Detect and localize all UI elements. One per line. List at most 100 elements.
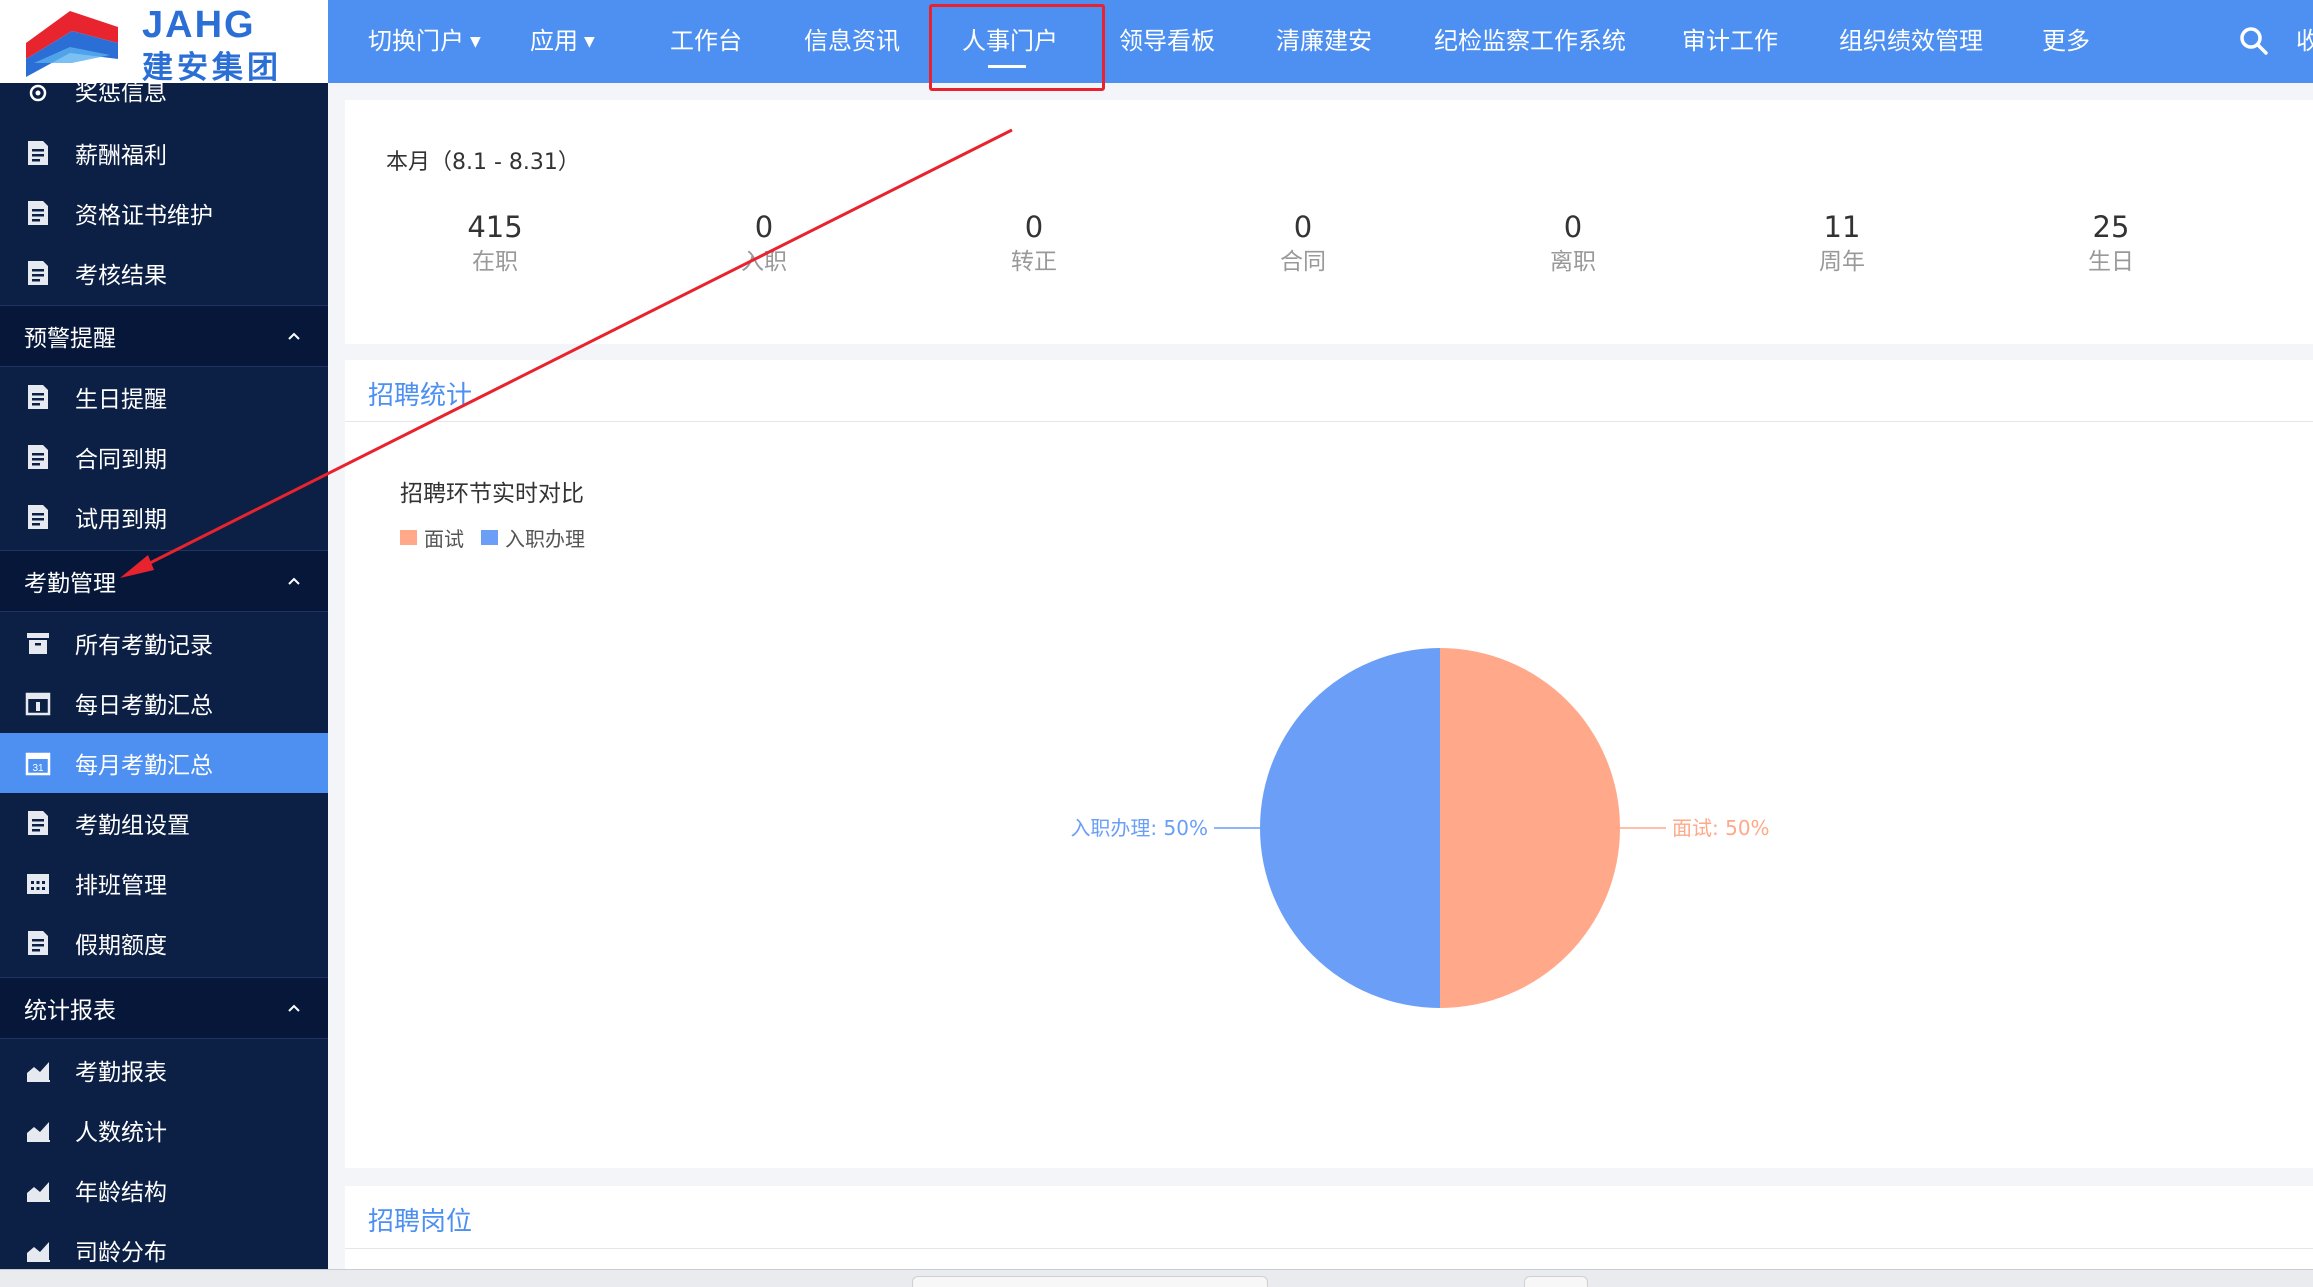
sidebar-item-birthday-reminder[interactable]: 生日提醒 (0, 367, 328, 427)
sidebar-item-salary[interactable]: 薪酬福利 (0, 123, 328, 183)
stat-value: 25 (2092, 210, 2130, 244)
sidebar-group-reports[interactable]: 统计报表 (0, 977, 328, 1039)
stat-label: 周年 (1819, 249, 1865, 275)
nav-label: 应用 (530, 27, 578, 55)
pie-data-label-0: 面试: 50% (1672, 816, 1770, 840)
logo-text-en: JAHG (142, 4, 256, 46)
document-icon (28, 505, 48, 529)
sidebar-item-label: 考勤报表 (75, 1060, 167, 1086)
pie-chart: 面试: 50% 入职办理: 50% (1070, 648, 1770, 1008)
logo[interactable]: JAHG 建安集团 (0, 0, 328, 86)
sidebar-item-label: 试用到期 (75, 507, 167, 533)
archive-icon (27, 633, 49, 654)
sidebar-item-probation-expiry[interactable]: 试用到期 (0, 487, 328, 547)
chevron-up-icon (288, 332, 300, 340)
sidebar-item-assessment[interactable]: 考核结果 (0, 243, 328, 303)
sidebar-item-daily-summary[interactable]: 每日考勤汇总 (0, 673, 328, 733)
sidebar-group-label: 统计报表 (24, 998, 116, 1024)
caret-down-icon: ▼ (584, 33, 595, 50)
sidebar-item-contract-expiry[interactable]: 合同到期 (0, 427, 328, 487)
document-icon (28, 201, 48, 225)
sidebar-item-all-attendance[interactable]: 所有考勤记录 (0, 613, 328, 673)
sidebar-item-certificates[interactable]: 资格证书维护 (0, 183, 328, 243)
legend-item-onboarding[interactable]: 入职办理 (481, 523, 585, 552)
chart-title: 招聘环节实时对比 (400, 481, 584, 507)
stat-value: 0 (1024, 210, 1044, 244)
stat-resignation[interactable]: 0 离职 (1483, 208, 1663, 278)
sidebar-item-shift-management[interactable]: 排班管理 (0, 853, 328, 913)
stat-label: 生日 (2088, 249, 2134, 275)
legend-item-interview[interactable]: 面试 (400, 523, 464, 552)
sidebar-group-alerts[interactable]: 预警提醒 (0, 305, 328, 367)
stat-value: 0 (1293, 210, 1313, 244)
stat-value: 11 (1823, 210, 1861, 244)
stat-on-duty[interactable]: 415 在职 (405, 208, 585, 278)
nav-news[interactable]: 信息资讯 (804, 0, 900, 83)
sidebar-item-label: 年龄结构 (75, 1180, 167, 1206)
stat-label: 离职 (1550, 249, 1596, 275)
sidebar-item-label: 资格证书维护 (75, 203, 213, 229)
sidebar-item-label: 司龄分布 (75, 1240, 167, 1266)
medal-icon (29, 84, 47, 102)
nav-integrity[interactable]: 清廉建安 (1276, 0, 1372, 83)
period-label: 本月（8.1 - 8.31） (386, 150, 580, 175)
stat-contract[interactable]: 0 合同 (1213, 208, 1393, 278)
sidebar-item-attendance-report[interactable]: 考勤报表 (0, 1040, 328, 1100)
pie-slice-0[interactable] (1440, 648, 1620, 1008)
nav-audit[interactable]: 审计工作 (1682, 0, 1778, 83)
sidebar-item-label: 薪酬福利 (75, 143, 167, 169)
nav-apps[interactable]: 应用 ▼ (530, 0, 595, 83)
sidebar-item-label: 考勤组设置 (75, 813, 190, 839)
stat-onboarding[interactable]: 0 入职 (674, 208, 854, 278)
chevron-up-icon (288, 577, 300, 585)
document-icon (28, 141, 48, 165)
sidebar-group-attendance[interactable]: 考勤管理 (0, 550, 328, 612)
legend-swatch (481, 530, 498, 545)
nav-leader-board[interactable]: 领导看板 (1119, 0, 1215, 83)
nav-discipline-system[interactable]: 纪检监察工作系统 (1434, 0, 1626, 83)
stat-label: 在职 (472, 249, 518, 275)
sidebar-item-tenure-distribution[interactable]: 司龄分布 (0, 1220, 328, 1269)
sidebar-item-label: 奖惩信息 (75, 83, 167, 106)
sidebar-item-headcount[interactable]: 人数统计 (0, 1100, 328, 1160)
os-taskbar (0, 1269, 2313, 1287)
nav-more[interactable]: 更多 (2042, 0, 2090, 83)
search-icon[interactable] (2238, 25, 2270, 57)
calendar-day-icon (25, 692, 51, 716)
stat-anniversary[interactable]: 11 周年 (1752, 208, 1932, 278)
calendar-grid-icon (27, 874, 49, 894)
stat-label: 合同 (1280, 249, 1326, 275)
legend-label: 入职办理 (505, 527, 585, 551)
nav-collapse-label[interactable]: 收 (2296, 0, 2313, 83)
sidebar-item-age-structure[interactable]: 年龄结构 (0, 1160, 328, 1220)
sidebar-item-rewards[interactable]: 奖惩信息 (0, 83, 328, 120)
stat-regularization[interactable]: 0 转正 (944, 208, 1124, 278)
stat-birthday[interactable]: 25 生日 (2021, 208, 2201, 278)
document-icon (28, 385, 48, 409)
section-divider (345, 1248, 2313, 1249)
pie-slice-1[interactable] (1260, 648, 1440, 1008)
sidebar-item-monthly-summary[interactable]: 31 每月考勤汇总 (0, 733, 328, 793)
taskbar-window-tab[interactable] (912, 1276, 1268, 1287)
nav-switch-portal[interactable]: 切换门户 ▼ (368, 0, 481, 83)
nav-label: 切换门户 (368, 27, 464, 55)
sidebar-item-leave-quota[interactable]: 假期额度 (0, 913, 328, 973)
stat-value: 0 (754, 210, 774, 244)
document-icon (28, 261, 48, 285)
nav-workbench[interactable]: 工作台 (670, 0, 742, 83)
nav-performance[interactable]: 组织绩效管理 (1839, 0, 1983, 83)
sidebar-group-label: 考勤管理 (24, 571, 116, 597)
section-title-positions: 招聘岗位 (368, 1207, 473, 1237)
sidebar-item-label: 所有考勤记录 (75, 633, 213, 659)
stat-value: 415 (467, 210, 523, 244)
sidebar-item-label: 考核结果 (75, 263, 167, 289)
sidebar-group-label: 预警提醒 (24, 326, 116, 352)
sidebar-item-label: 假期额度 (75, 933, 167, 959)
stat-label: 转正 (1011, 249, 1057, 275)
sidebar-item-group-settings[interactable]: 考勤组设置 (0, 793, 328, 853)
sidebar: 奖惩信息 薪酬福利 资格证书维护 考核结果 预警提醒 生日提醒 合同到期 试用到… (0, 83, 328, 1269)
sidebar-item-label: 每日考勤汇总 (75, 693, 213, 719)
svg-text:31: 31 (32, 763, 44, 774)
sidebar-item-label: 排班管理 (75, 873, 167, 899)
taskbar-window-tab[interactable] (1524, 1276, 1588, 1287)
